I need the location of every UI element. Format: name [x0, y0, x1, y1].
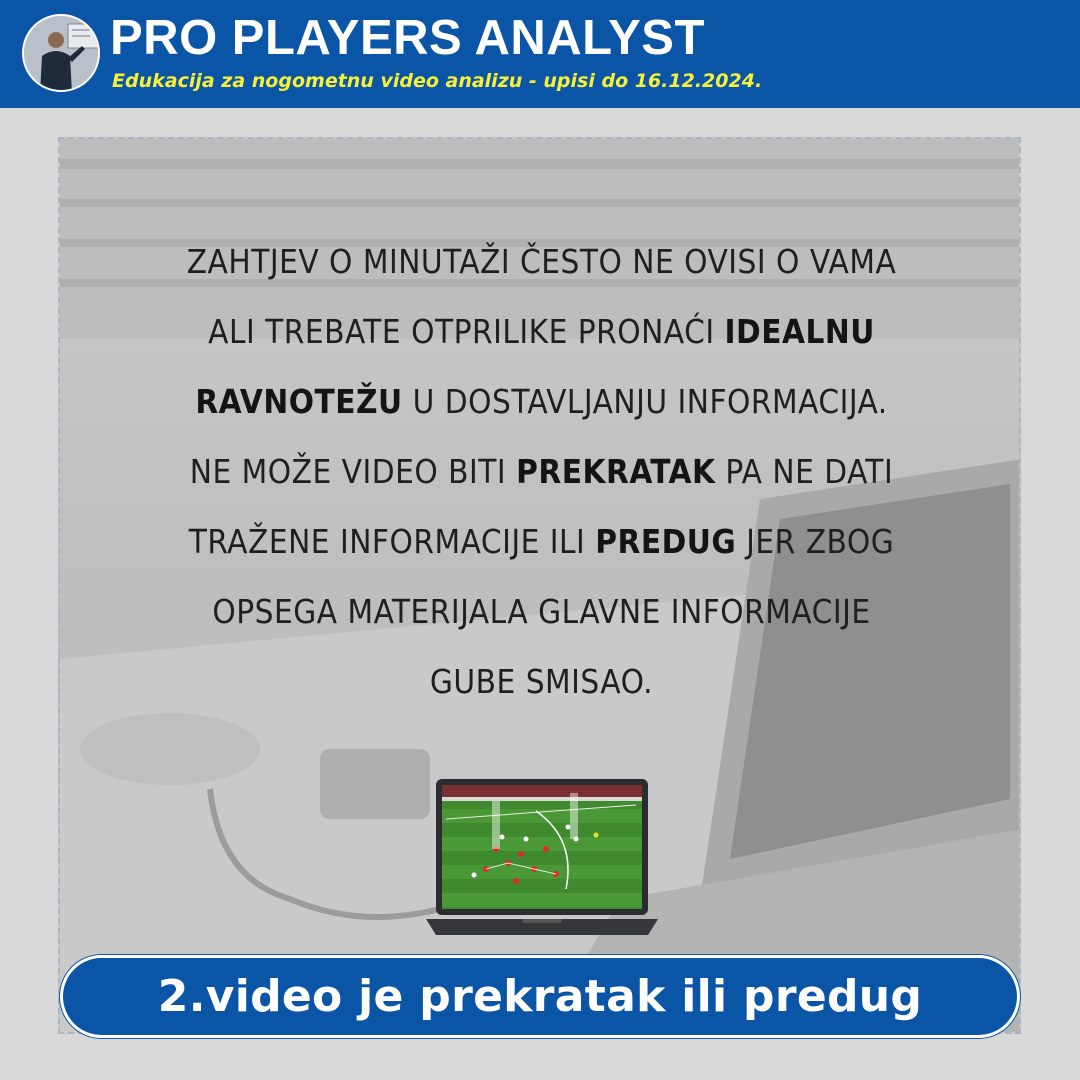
quote-text-span: PA NE DATI [715, 452, 894, 491]
quote-line-3: RAVNOTEŽU U DOSTAVLJANJU INFORMACIJA. [60, 367, 1019, 437]
quote-line-7: GUBE SMISAO. [429, 662, 654, 701]
quote-line-5: TRAŽENE INFORMACIJE ILI PREDUG JER ZBOG [60, 507, 1019, 577]
emphasis-idealnu: IDEALNU [724, 312, 875, 351]
emphasis-ravnotezu: RAVNOTEŽU [195, 382, 403, 421]
presenter-icon [24, 16, 98, 90]
quote-text: ZAHTJEV O MINUTAŽI ČESTO NE OVISI O VAMA… [60, 227, 1019, 717]
emphasis-predug: PREDUG [595, 522, 737, 561]
laptop-icon [426, 779, 658, 935]
quote-line-1: ZAHTJEV O MINUTAŽI ČESTO NE OVISI O VAMA [186, 242, 897, 281]
avatar [22, 14, 100, 92]
brand-subtitle: Edukacija za nogometnu video analizu - u… [112, 70, 763, 92]
quote-line-6: OPSEGA MATERIJALA GLAVNE INFORMACIJE [212, 592, 871, 631]
quote-text-span: U DOSTAVLJANJU INFORMACIJA. [402, 382, 888, 421]
banner-title: 2.video je prekratak ili predug [157, 971, 923, 1022]
quote-text-span: JER ZBOG [736, 522, 895, 561]
brand-title: PRO PLAYERS ANALYST [110, 11, 705, 65]
quote-text-span: ALI TREBATE OTPRILIKE PRONAĆI [208, 312, 725, 351]
content-panel: ZAHTJEV O MINUTAŽI ČESTO NE OVISI O VAMA… [58, 137, 1021, 1034]
quote-line-4: NE MOŽE VIDEO BITI PREKRATAK PA NE DATI [60, 437, 1019, 507]
quote-text-span: TRAŽENE INFORMACIJE ILI [188, 522, 596, 561]
quote-line-2: ALI TREBATE OTPRILIKE PRONAĆI IDEALNU [60, 297, 1019, 367]
header-bar: PRO PLAYERS ANALYST Edukacija za nogomet… [0, 0, 1080, 108]
emphasis-prekratak: PREKRATAK [516, 452, 716, 491]
quote-text-span: NE MOŽE VIDEO BITI [189, 452, 517, 491]
section-banner: 2.video je prekratak ili predug [60, 955, 1020, 1038]
